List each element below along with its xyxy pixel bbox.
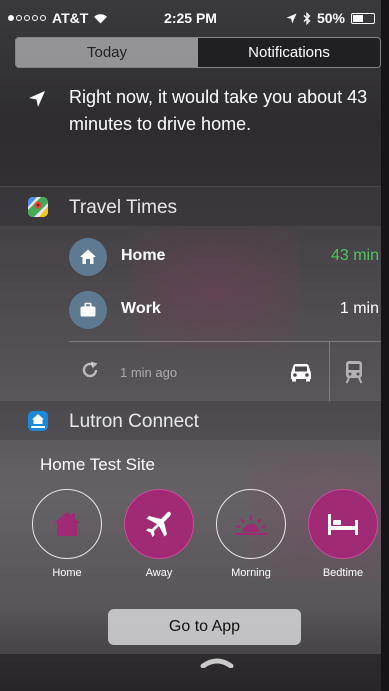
place-row-home[interactable]: Home 43 min xyxy=(0,232,381,282)
train-icon[interactable] xyxy=(344,360,364,384)
place-label: Home xyxy=(121,247,166,264)
mode-divider xyxy=(329,342,330,402)
place-travel-time: 1 min xyxy=(339,300,379,317)
scene-home[interactable]: Home xyxy=(30,489,104,599)
battery-icon xyxy=(351,12,375,24)
drive-time-message: Right now, it would take you about 43 mi… xyxy=(69,87,368,134)
site-name: Home Test Site xyxy=(40,455,155,474)
travel-times-body: Home 43 min Work 1 min 1 min ago xyxy=(0,226,381,402)
scene-label: Morning xyxy=(231,567,271,579)
battery-percent: 50% xyxy=(316,10,345,26)
refresh-icon[interactable] xyxy=(80,360,100,380)
lutron-connect-header[interactable]: Lutron Connect xyxy=(0,400,381,440)
grabber-handle-icon[interactable] xyxy=(200,656,234,668)
place-label: Work xyxy=(121,300,161,317)
status-bar: AT&T 2:25 PM 50% xyxy=(0,0,381,36)
scene-away[interactable]: Away xyxy=(122,489,196,599)
lutron-app-icon xyxy=(28,411,48,431)
today-view: AT&T 2:25 PM 50% Today Notifications Rig… xyxy=(0,0,389,691)
travel-times-header[interactable]: Travel Times xyxy=(0,186,381,226)
last-updated-text: 1 min ago xyxy=(120,365,178,380)
place-row-work[interactable]: Work 1 min xyxy=(0,285,381,335)
house-icon xyxy=(32,489,102,559)
status-icons: 50% xyxy=(286,10,375,26)
travel-times-title: Travel Times xyxy=(69,197,178,218)
tab-today[interactable]: Today xyxy=(16,38,198,67)
scene-label: Home xyxy=(52,567,82,579)
lutron-connect-title: Lutron Connect xyxy=(69,411,199,432)
scene-bedtime[interactable]: Bedtime xyxy=(306,489,380,599)
view-segmented-control: Today Notifications xyxy=(15,37,381,68)
sunrise-icon xyxy=(216,489,286,559)
scene-label: Away xyxy=(145,567,173,579)
house-icon xyxy=(69,238,107,276)
drive-time-widget[interactable]: Right now, it would take you about 43 mi… xyxy=(0,80,381,180)
google-maps-app-icon xyxy=(28,197,48,217)
scene-label: Bedtime xyxy=(322,567,364,579)
bluetooth-icon xyxy=(303,11,311,25)
place-travel-time: 43 min xyxy=(330,247,379,264)
car-icon[interactable] xyxy=(289,362,313,382)
refresh-row: 1 min ago xyxy=(0,342,381,402)
bottom-bar xyxy=(0,654,381,691)
tab-notifications[interactable]: Notifications xyxy=(198,38,380,67)
bed-icon xyxy=(308,489,378,559)
go-to-app-button[interactable]: Go to App xyxy=(108,609,301,645)
navigation-arrow-icon xyxy=(29,91,45,107)
location-services-icon xyxy=(286,13,297,23)
screen-edge xyxy=(381,0,389,691)
airplane-icon xyxy=(124,489,194,559)
scene-morning[interactable]: Morning xyxy=(214,489,288,599)
briefcase-icon xyxy=(69,291,107,329)
